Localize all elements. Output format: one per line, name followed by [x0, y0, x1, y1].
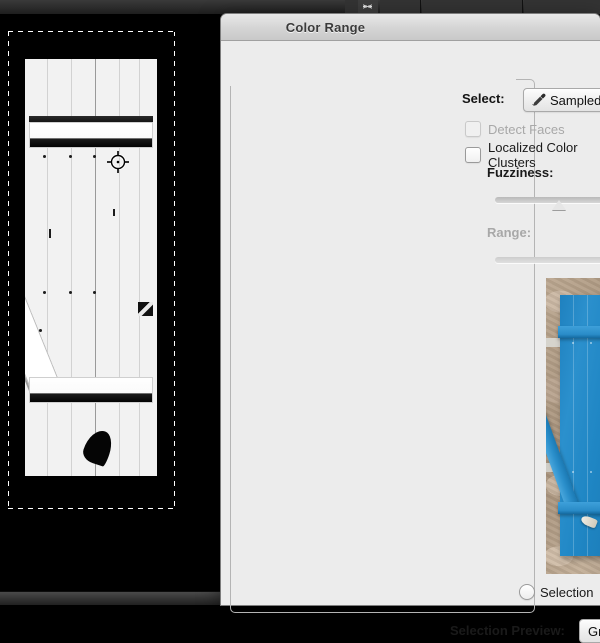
fuzziness-slider-knob[interactable] — [552, 200, 566, 210]
color-range-preview[interactable] — [546, 278, 600, 574]
brush-icon[interactable] — [358, 0, 378, 14]
eyedropper-icon — [530, 93, 546, 107]
radio-selection[interactable]: Selection — [519, 584, 593, 600]
toolbar-cell-2[interactable] — [380, 0, 421, 14]
range-slider — [495, 253, 600, 269]
select-dropdown[interactable]: Sampled Colors — [523, 88, 600, 112]
eyedropper-target-cursor — [107, 151, 129, 173]
blue-shutter — [560, 295, 600, 556]
document-canvas[interactable] — [0, 14, 220, 592]
photoshop-app-window: Color Range Select: Sampled Colors — [0, 0, 600, 605]
detect-faces-checkbox: Detect Faces — [465, 121, 565, 137]
select-dropdown-value: Sampled Colors — [550, 93, 600, 108]
dialog-title: Color Range — [286, 20, 365, 35]
fuzziness-slider[interactable] — [495, 193, 600, 209]
fuzziness-label: Fuzziness: — [487, 165, 553, 180]
selection-preview-label: Selection Preview: — [450, 623, 565, 638]
radio-selection-label: Selection — [540, 585, 593, 600]
fuzziness-slider-track — [495, 197, 600, 203]
localized-color-clusters-box[interactable] — [465, 147, 481, 163]
select-label: Select: — [462, 91, 505, 106]
detect-faces-label: Detect Faces — [488, 122, 565, 137]
color-range-dialog: Color Range Select: Sampled Colors — [221, 14, 600, 605]
detect-faces-checkbox-box — [465, 121, 481, 137]
options-bar — [0, 0, 600, 15]
selection-preview-dropdown[interactable]: Grayscale — [579, 619, 600, 643]
preview-mode-radios: Selection Image — [519, 584, 600, 600]
toolbar-cell-3[interactable] — [422, 0, 523, 14]
dialog-titlebar[interactable]: Color Range — [221, 14, 600, 41]
range-slider-track — [495, 257, 600, 263]
toolbar-cell-4[interactable] — [524, 0, 600, 14]
marching-ants-selection — [8, 31, 175, 509]
range-label: Range: — [487, 225, 531, 240]
selection-preview-value: Grayscale — [588, 624, 600, 639]
radio-selection-dot[interactable] — [519, 584, 535, 600]
